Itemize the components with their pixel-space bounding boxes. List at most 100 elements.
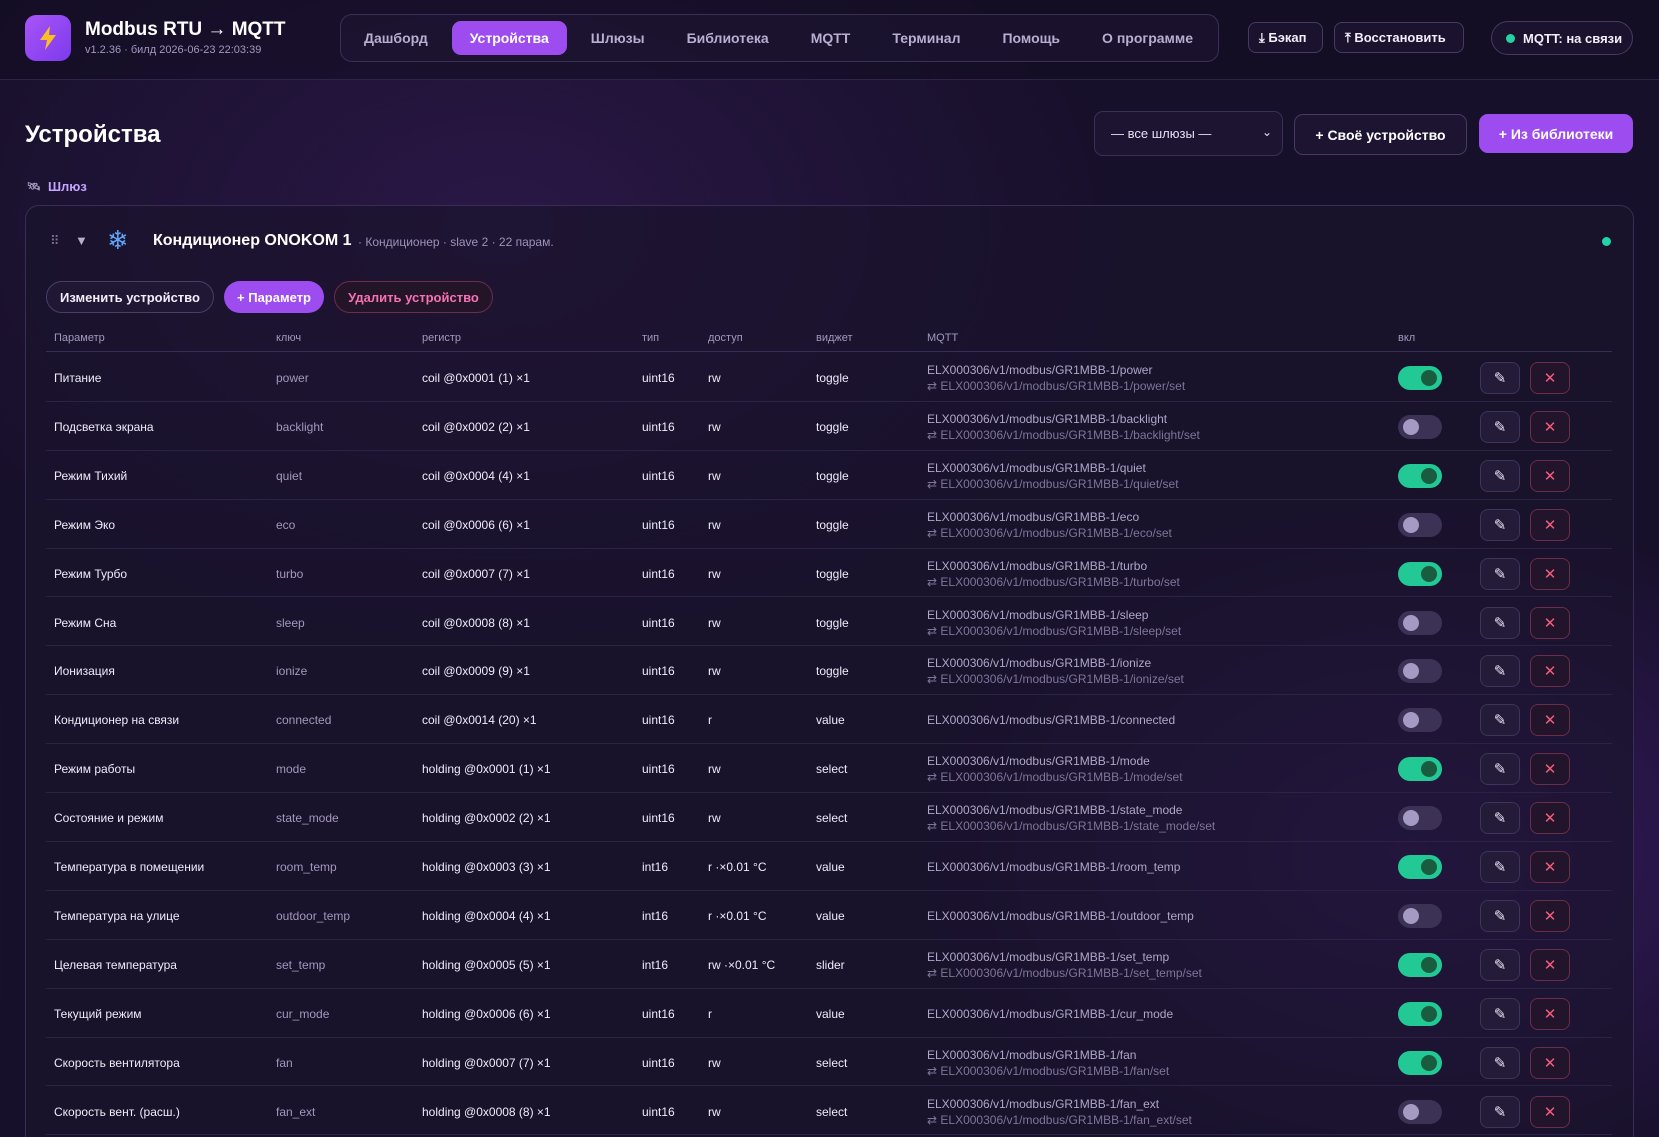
nav-tab-4[interactable]: MQTT [793,21,869,55]
mqtt-state-topic: ELX000306/v1/modbus/GR1MBB-1/backlight [927,411,1168,426]
delete-param-button[interactable]: ✕ [1530,362,1570,394]
edit-param-button[interactable]: ✎ [1480,851,1520,883]
edit-param-button[interactable]: ✎ [1480,655,1520,688]
close-icon: ✕ [1543,516,1557,534]
delete-param-button[interactable]: ✕ [1530,606,1570,639]
param-enabled-toggle[interactable] [1398,806,1442,831]
edit-param-button[interactable]: ✎ [1480,459,1520,492]
nav-tab-7[interactable]: О программе [1084,21,1211,55]
delete-param-button[interactable]: ✕ [1530,655,1570,688]
param-widget: select [816,1055,848,1070]
param-enabled-toggle[interactable] [1398,1050,1442,1075]
mqtt-state-topic: ELX000306/v1/modbus/GR1MBB-1/room_temp [927,860,1181,874]
delete-param-button[interactable]: ✕ [1530,899,1570,932]
lightning-logo-icon [25,15,71,61]
edit-param-button[interactable]: ✎ [1480,557,1520,590]
edit-param-button[interactable]: ✎ [1480,948,1520,981]
param-enabled-toggle[interactable] [1398,1001,1442,1026]
param-access: rw [708,762,721,777]
gateway-group-header[interactable]: 🛰 Шлюз [27,179,87,194]
edit-device-button[interactable]: Изменить устройство [46,281,214,313]
param-key: backlight [276,419,324,434]
param-key: sleep [276,615,305,630]
app-title: Modbus RTU → MQTT [85,19,286,40]
param-mqtt: ELX000306/v1/modbus/GR1MBB-1/room_temp [927,860,1180,874]
edit-param-button[interactable]: ✎ [1480,508,1520,541]
nav-tab-1[interactable]: Устройства [451,21,567,55]
param-type: uint16 [642,1104,675,1119]
table-row: Питание power coil @0x0001 (1) ×1 uint16 rw t… [46,353,1612,402]
add-custom-device-button[interactable]: + Своё устройство [1294,114,1467,155]
param-register: holding @0x0003 (3) ×1 [422,860,551,874]
param-enabled-toggle[interactable] [1398,903,1442,928]
edit-param-button[interactable]: ✎ [1480,606,1520,639]
param-enabled-toggle[interactable] [1398,1099,1442,1124]
delete-param-button[interactable]: ✕ [1530,410,1570,443]
table-row: Режим Турбо turbo coil @0x0007 (7) ×1 uint1… [46,549,1612,598]
param-widget: value [816,1006,845,1021]
app-header: Modbus RTU → MQTT v1.2.36 · билд 2026-06… [0,0,1659,80]
table-row: Состояние и режим state_mode holding @0x00… [46,793,1612,842]
param-enabled-toggle[interactable] [1398,561,1442,586]
delete-param-button[interactable]: ✕ [1530,1046,1570,1079]
edit-param-button[interactable]: ✎ [1480,997,1520,1030]
restore-button[interactable]: ⤒ Восстановить [1334,22,1464,53]
edit-param-button[interactable]: ✎ [1480,362,1520,394]
toggle-knob [1421,370,1437,386]
param-mqtt: ELX000306/v1/modbus/GR1MBB-1/connected [927,713,1175,727]
param-enabled-toggle[interactable] [1398,757,1442,782]
edit-param-button[interactable]: ✎ [1480,704,1520,737]
nav-tab-0[interactable]: Дашборд [346,21,446,55]
param-enabled-toggle[interactable] [1398,708,1442,733]
delete-param-button[interactable]: ✕ [1530,1095,1570,1128]
param-enabled-toggle[interactable] [1398,512,1442,537]
param-enabled-toggle[interactable] [1398,366,1442,390]
drag-handle-icon[interactable]: ⠿ [50,233,60,249]
param-key: mode [276,762,307,777]
edit-param-button[interactable]: ✎ [1480,1046,1520,1079]
param-type: uint16 [642,468,675,483]
param-access: rw [708,371,721,385]
param-name: Ионизация [54,664,115,679]
toggle-knob [1421,467,1437,484]
delete-param-button[interactable]: ✕ [1530,704,1570,737]
delete-param-button[interactable]: ✕ [1530,753,1570,786]
param-enabled-toggle[interactable] [1398,659,1442,684]
add-parameter-button[interactable]: + Параметр [224,281,324,313]
backup-button[interactable]: ⤓ Бэкап [1248,22,1323,53]
close-icon: ✕ [1543,907,1557,925]
delete-param-button[interactable]: ✕ [1530,459,1570,492]
delete-param-button[interactable]: ✕ [1530,557,1570,590]
pencil-icon: ✎ [1493,1103,1507,1121]
nav-tab-5[interactable]: Терминал [874,21,978,55]
param-type: uint16 [642,419,675,434]
delete-param-button[interactable]: ✕ [1530,948,1570,981]
delete-param-button[interactable]: ✕ [1530,802,1570,835]
gateway-filter-select[interactable]: — все шлюзы — ⌄ [1094,111,1283,156]
edit-param-button[interactable]: ✎ [1480,899,1520,932]
col-header-type: тип [642,332,660,344]
edit-param-button[interactable]: ✎ [1480,1095,1520,1128]
param-key: set_temp [276,957,326,972]
delete-param-button[interactable]: ✕ [1530,997,1570,1030]
delete-param-button[interactable]: ✕ [1530,851,1570,883]
collapse-caret-icon[interactable]: ▼ [75,233,88,248]
close-icon: ✕ [1543,614,1557,632]
edit-param-button[interactable]: ✎ [1480,410,1520,443]
param-enabled-toggle[interactable] [1398,463,1442,488]
param-enabled-toggle[interactable] [1398,414,1442,439]
param-enabled-toggle[interactable] [1398,610,1442,635]
add-from-library-button[interactable]: + Из библиотеки [1479,114,1633,153]
delete-device-button[interactable]: Удалить устройство [334,281,493,313]
nav-tab-2[interactable]: Шлюзы [573,21,663,55]
edit-param-button[interactable]: ✎ [1480,753,1520,786]
mqtt-state-topic: ELX000306/v1/modbus/GR1MBB-1/outdoor_tem… [927,908,1194,923]
param-enabled-toggle[interactable] [1398,952,1442,977]
edit-param-button[interactable]: ✎ [1480,802,1520,835]
mqtt-set-topic: ⇄ ELX000306/v1/modbus/GR1MBB-1/mode/set [927,770,1183,785]
param-enabled-toggle[interactable] [1398,855,1442,879]
nav-tab-3[interactable]: Библиотека [669,21,787,55]
delete-param-button[interactable]: ✕ [1530,508,1570,541]
nav-tab-6[interactable]: Помощь [984,21,1078,55]
param-name: Текущий режим [54,1006,142,1021]
